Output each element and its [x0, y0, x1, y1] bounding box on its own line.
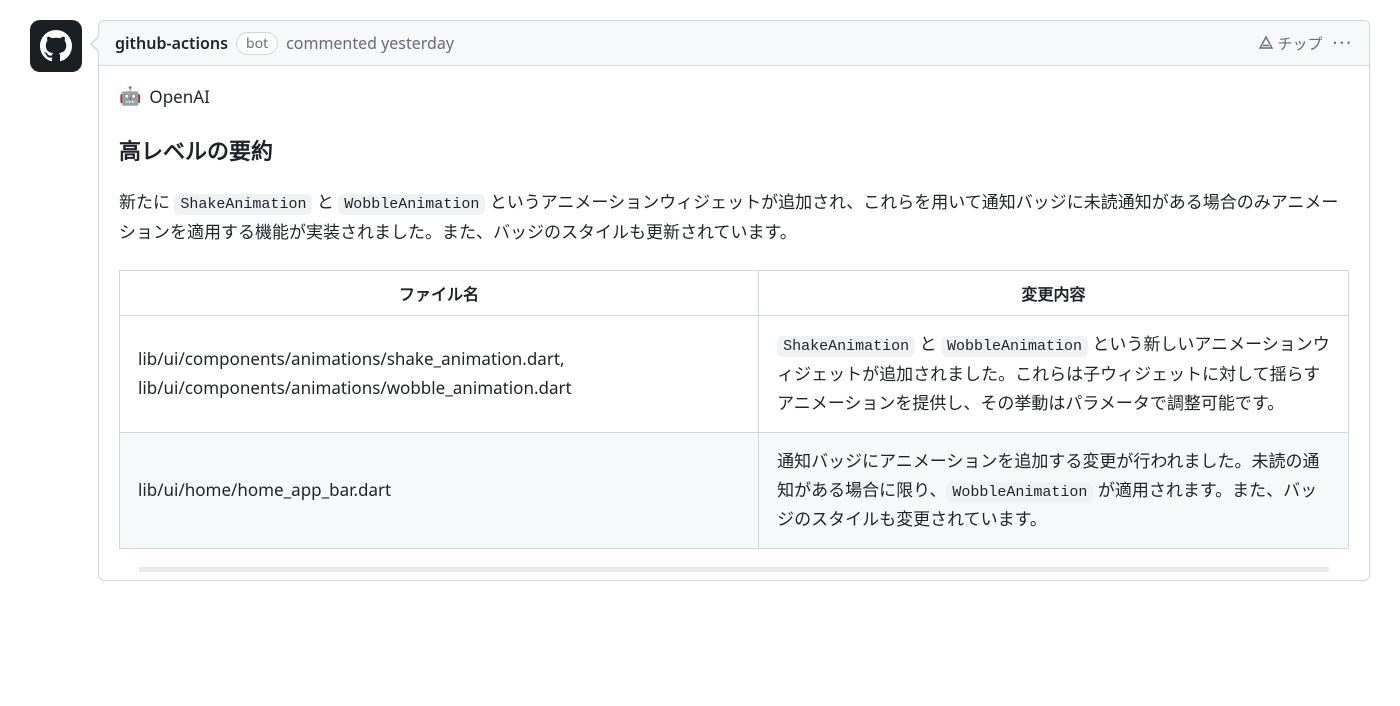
- code-inline: WobbleAnimation: [941, 336, 1088, 357]
- comment-body: 🤖 OpenAI 高レベルの要約 新たに ShakeAnimation と Wo…: [99, 66, 1369, 580]
- header-right: チップ ···: [1258, 31, 1354, 55]
- tip-button[interactable]: チップ: [1258, 33, 1323, 54]
- code-inline: WobbleAnimation: [338, 194, 485, 215]
- table-row: lib/ui/home/home_app_bar.dart 通知バッジにアニメー…: [120, 432, 1349, 548]
- comment-wrapper: github-actions bot commented yesterday チ…: [30, 20, 1370, 581]
- th-file: ファイル名: [120, 271, 759, 316]
- cell-desc: ShakeAnimation と WobbleAnimation という新しいア…: [759, 316, 1349, 432]
- github-icon: [40, 30, 72, 62]
- th-desc: 変更内容: [759, 271, 1349, 316]
- intro-text: OpenAI: [149, 85, 209, 108]
- code-inline: WobbleAnimation: [946, 482, 1093, 503]
- code-inline: ShakeAnimation: [777, 336, 915, 357]
- table-row: lib/ui/components/animations/shake_anima…: [120, 316, 1349, 432]
- tip-label: チップ: [1278, 33, 1323, 54]
- horizontal-rule: [139, 567, 1329, 572]
- bot-badge: bot: [236, 32, 278, 55]
- code-inline: ShakeAnimation: [174, 194, 312, 215]
- author-link[interactable]: github-actions: [115, 32, 228, 54]
- header-left: github-actions bot commented yesterday: [115, 32, 454, 55]
- summary-heading: 高レベルの要約: [119, 134, 1349, 166]
- changes-table: ファイル名 変更内容 lib/ui/components/animations/…: [119, 270, 1349, 549]
- comment-box: github-actions bot commented yesterday チ…: [98, 20, 1370, 581]
- triangle-icon: [1258, 35, 1274, 51]
- cell-file: lib/ui/components/animations/shake_anima…: [120, 316, 759, 432]
- robot-icon: 🤖: [119, 84, 141, 108]
- comment-header: github-actions bot commented yesterday チ…: [99, 21, 1369, 66]
- timestamp[interactable]: commented yesterday: [286, 32, 454, 54]
- intro-line: 🤖 OpenAI: [119, 84, 1349, 108]
- cell-desc: 通知バッジにアニメーションを追加する変更が行われました。未読の通知がある場合に限…: [759, 432, 1349, 548]
- table-header-row: ファイル名 変更内容: [120, 271, 1349, 316]
- cell-file: lib/ui/home/home_app_bar.dart: [120, 432, 759, 548]
- summary-paragraph: 新たに ShakeAnimation と WobbleAnimation という…: [119, 188, 1349, 246]
- kebab-menu[interactable]: ···: [1333, 31, 1353, 55]
- avatar[interactable]: [30, 20, 82, 72]
